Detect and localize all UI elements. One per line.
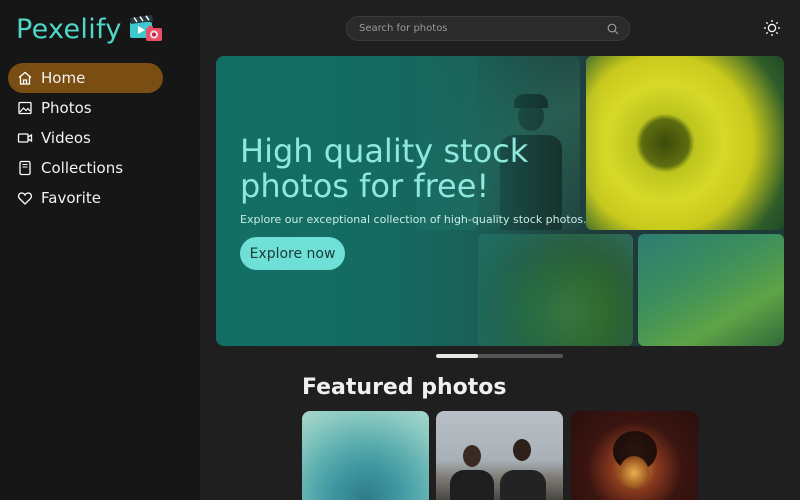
sidebar-nav: Home Photos Videos Collections Favorite	[8, 63, 163, 213]
sidebar: Pexelify Home Photos Videos Collections …	[0, 0, 200, 500]
sidebar-item-label: Videos	[41, 129, 91, 147]
sidebar-item-label: Photos	[41, 99, 92, 117]
sidebar-item-label: Home	[41, 69, 86, 87]
video-icon	[17, 130, 33, 146]
sidebar-item-photos[interactable]: Photos	[8, 93, 163, 123]
carousel-indicator-progress	[436, 354, 478, 358]
explore-now-button[interactable]: Explore now	[240, 237, 345, 270]
sidebar-item-favorite[interactable]: Favorite	[8, 183, 163, 213]
app-name: Pexelify	[16, 13, 122, 45]
app-logo[interactable]: Pexelify	[16, 10, 164, 48]
collections-icon	[17, 160, 33, 176]
sidebar-item-home[interactable]: Home	[8, 63, 163, 93]
sidebar-item-label: Collections	[41, 159, 124, 177]
sidebar-item-videos[interactable]: Videos	[8, 123, 163, 153]
search-input[interactable]	[359, 23, 607, 34]
featured-title: Featured photos	[302, 375, 507, 400]
search-icon[interactable]	[607, 23, 619, 35]
sidebar-item-collections[interactable]: Collections	[8, 153, 163, 183]
main-content: High quality stock photos for free! Expl…	[200, 0, 800, 500]
search-bar[interactable]	[346, 16, 630, 41]
home-icon	[17, 70, 33, 86]
clapperboard-camera-icon	[129, 15, 162, 41]
hero-subtitle: Explore our exceptional collection of hi…	[240, 213, 587, 226]
featured-photo-card[interactable]	[436, 411, 563, 500]
sidebar-item-label: Favorite	[41, 189, 101, 207]
sun-icon[interactable]	[763, 19, 781, 37]
image-icon	[17, 100, 33, 116]
featured-photo-card[interactable]	[302, 411, 429, 500]
featured-photo-card[interactable]	[571, 411, 698, 500]
heart-icon	[17, 190, 33, 206]
hero-banner: High quality stock photos for free! Expl…	[216, 56, 784, 346]
carousel-indicator[interactable]	[436, 354, 563, 358]
hero-title: High quality stock photos for free!	[240, 132, 529, 205]
